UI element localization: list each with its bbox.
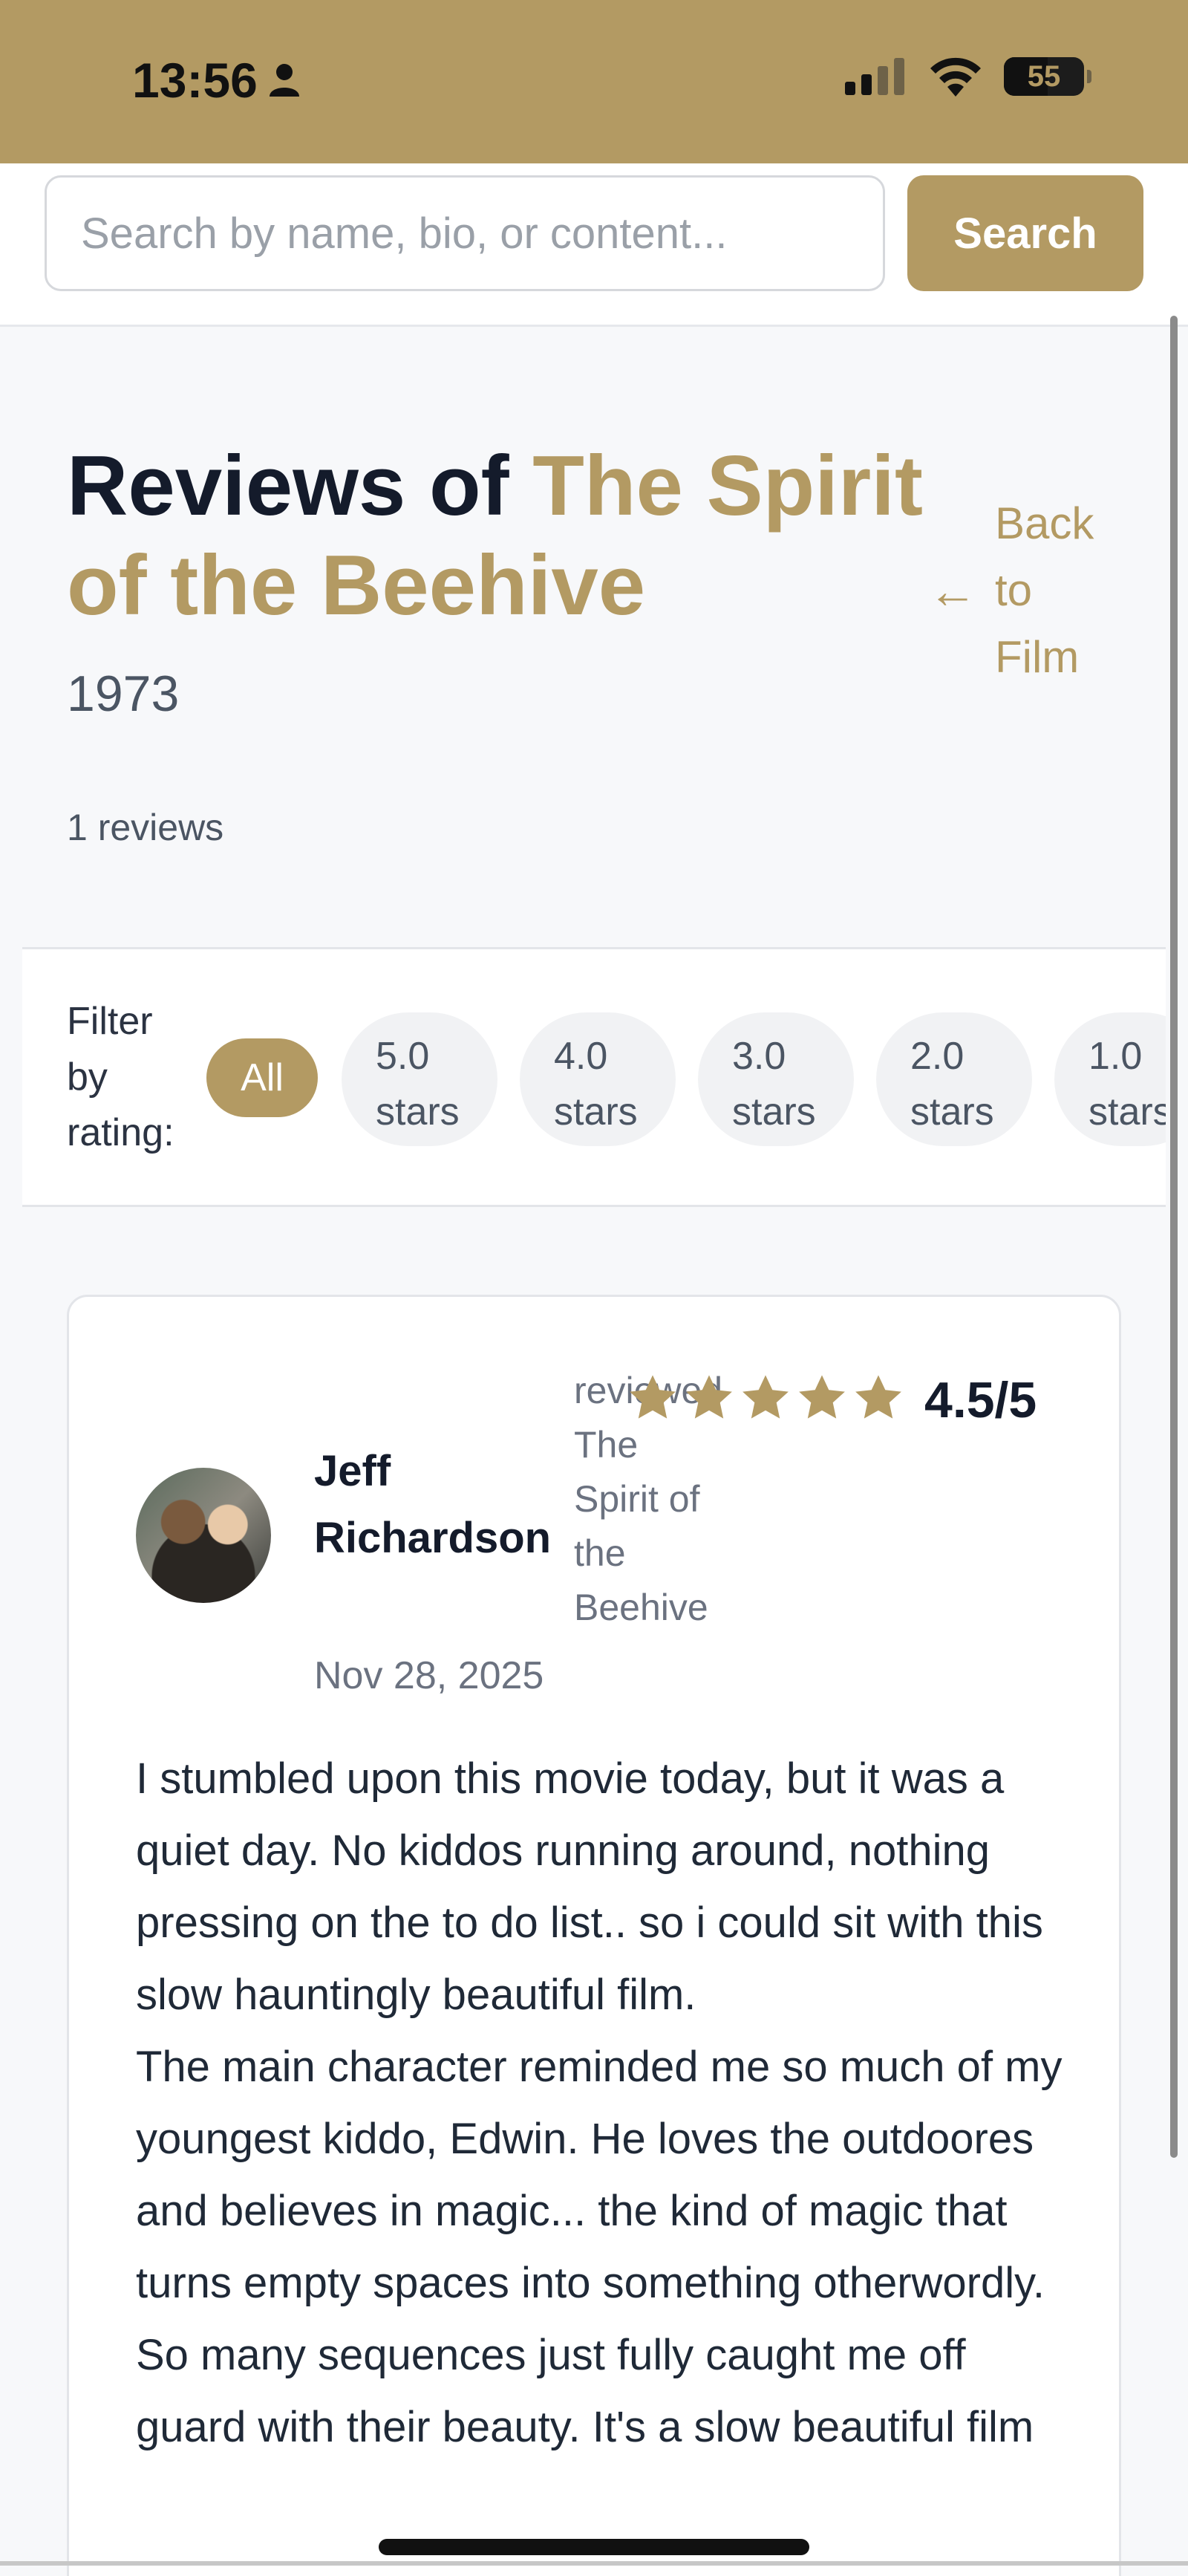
home-indicator[interactable]	[379, 2539, 809, 2555]
title-prefix: Reviews of	[67, 439, 533, 533]
scrollbar[interactable]	[1170, 316, 1178, 2158]
review-body: I stumbled upon this movie today, but it…	[136, 1754, 1063, 2451]
star-icon	[686, 1375, 732, 1419]
filter-chip-2[interactable]: 2.0 stars	[876, 1012, 1032, 1146]
person-icon	[269, 64, 299, 97]
star-icon	[799, 1375, 845, 1419]
star-icon	[855, 1375, 901, 1419]
avatar[interactable]	[136, 1468, 271, 1603]
review-count: 1 reviews	[67, 807, 224, 848]
filter-chip-5[interactable]: 5.0 stars	[342, 1012, 497, 1146]
star-icon	[630, 1375, 676, 1419]
star-rating	[626, 1371, 905, 1425]
wifi-icon	[930, 57, 981, 97]
review-date: Nov 28, 2025	[314, 1654, 544, 1697]
back-to-film-link[interactable]: ← Back to Film	[928, 490, 1114, 691]
signal-icon	[845, 58, 904, 95]
page-bottom-line	[0, 2561, 1188, 2566]
filter-label: Filter by rating:	[67, 1000, 174, 1154]
status-time: 13:56	[132, 52, 301, 108]
search-button[interactable]: Search	[907, 175, 1143, 291]
filter-chip-4[interactable]: 4.0 stars	[520, 1012, 676, 1146]
status-bar: 13:56 55	[0, 0, 1188, 163]
rating-value: 4.5/5	[924, 1372, 1037, 1428]
status-icons: 55	[845, 56, 1091, 97]
star-icon	[742, 1375, 789, 1419]
reviewer-name[interactable]: Jeff Richardson	[314, 1438, 559, 1572]
filter-chip-all[interactable]: All	[206, 1038, 318, 1117]
back-label: Back to Film	[995, 498, 1094, 682]
clock-label: 13:56	[132, 53, 258, 108]
filter-chip-1[interactable]: 1.0 stars	[1054, 1012, 1166, 1146]
page-title: Reviews of The Spirit of the Beehive	[67, 437, 943, 636]
filter-chip-3[interactable]: 3.0 stars	[698, 1012, 854, 1146]
review-card: Jeff Richardson reviewed The Spirit of t…	[67, 1295, 1121, 2576]
arrow-left-icon: ←	[928, 563, 977, 618]
battery-level: 55	[1027, 59, 1061, 93]
search-bar: Search	[0, 163, 1188, 327]
film-year: 1973	[67, 666, 180, 722]
search-input[interactable]	[45, 175, 885, 291]
rating-filter: Filter by rating: All 5.0 stars 4.0 star…	[22, 947, 1166, 1207]
battery-icon: 55	[1004, 57, 1091, 96]
